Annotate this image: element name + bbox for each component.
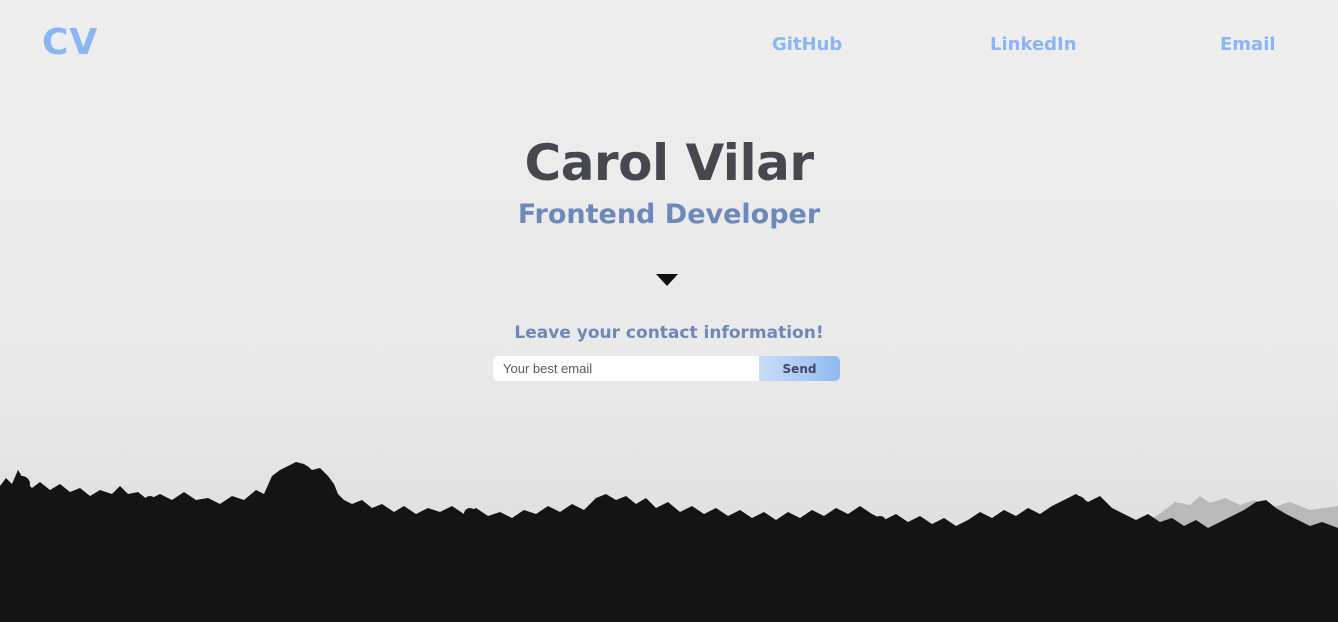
caret-down-icon[interactable] [656,274,678,286]
page-title: Carol Vilar [524,134,814,192]
forest-background [0,0,1338,622]
send-button[interactable]: Send [759,356,840,381]
contact-form: Send [493,356,840,381]
email-field[interactable] [493,356,759,381]
logo-link[interactable]: CV [42,22,98,63]
subtitle: Frontend Developer [517,199,821,230]
nav-email-link[interactable]: Email [1220,34,1276,55]
nav-linkedin-link[interactable]: LinkedIn [990,34,1077,55]
nav-github-link[interactable]: GitHub [772,34,842,55]
site-header: CV GitHub LinkedIn Email [0,0,1338,90]
contact-heading: Leave your contact information! [514,323,824,343]
